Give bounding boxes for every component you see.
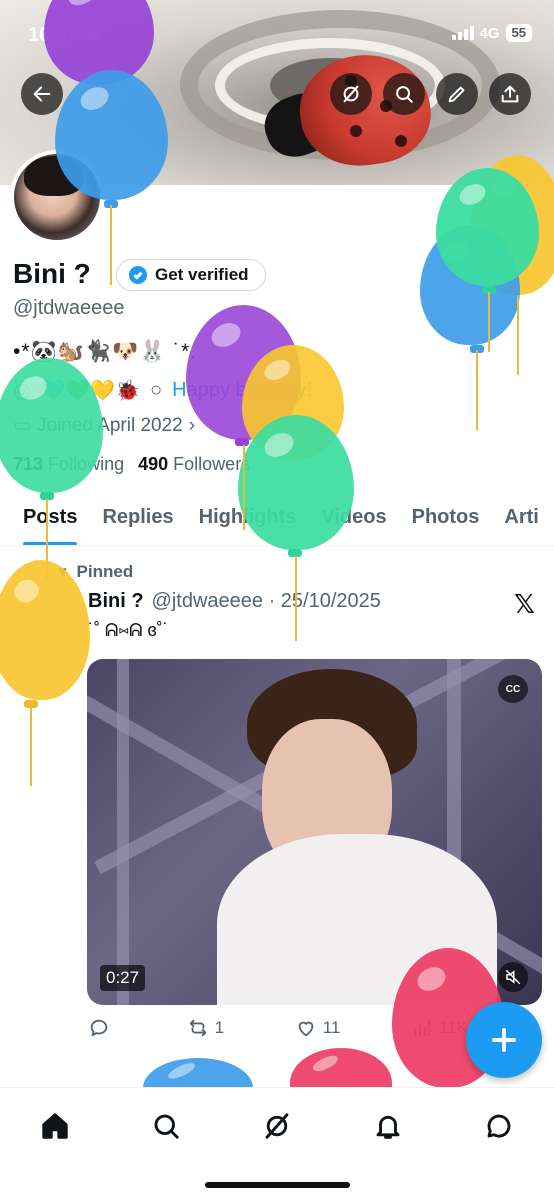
chat-icon	[487, 1114, 511, 1138]
pencil-icon	[448, 86, 465, 103]
network-label: 4G	[479, 24, 500, 42]
grok-icon	[343, 85, 359, 103]
bio-emoji: 🩵💚💛🐞	[40, 380, 141, 402]
status-indicators: 4G 55	[451, 24, 532, 42]
post-video[interactable]	[87, 659, 542, 1005]
birthday-link[interactable]: Happy birthday!	[172, 379, 312, 402]
tab-videos[interactable]: Videos	[321, 490, 386, 545]
joined-label: Joined April 2022	[36, 414, 183, 436]
bio-details: ◎ 🩵💚💛🐞 ○ Happy birthday!	[13, 378, 312, 403]
tab-highlights[interactable]: Highlights	[199, 490, 297, 545]
nav-notifications[interactable]	[368, 1106, 408, 1146]
avatar[interactable]	[10, 150, 104, 244]
status-time: 10:42 ★	[28, 24, 103, 46]
reply-button[interactable]	[88, 1017, 116, 1039]
grok-icon	[265, 1113, 289, 1139]
post-header[interactable]: Bini ? @jtdwaeeee · 25/10/2025	[88, 590, 381, 613]
grok-button[interactable]	[330, 73, 372, 115]
followers-link[interactable]: 490 Followers	[138, 454, 250, 475]
get-verified-button[interactable]: Get verified	[116, 259, 266, 291]
profile-handle: @jtdwaeeee	[13, 297, 125, 319]
post-text: ˙˚ ᕱ⑅ᕱ ɞ˚˙	[88, 620, 169, 640]
view-count: 11K	[439, 1018, 468, 1037]
mute-button[interactable]	[498, 962, 528, 992]
search-icon	[154, 1114, 179, 1139]
pin-icon: ▾	[58, 562, 67, 581]
verified-badge-icon	[129, 266, 147, 284]
arrow-left-icon	[33, 86, 51, 102]
nav-grok[interactable]	[257, 1106, 297, 1146]
joined-date: ▭ Joined April 2022 ›	[13, 414, 195, 437]
compose-button[interactable]	[466, 1002, 542, 1078]
signal-icon	[451, 26, 474, 40]
post-actions: 1 11 11K	[88, 1017, 468, 1039]
share-button[interactable]	[489, 73, 531, 115]
post-author[interactable]: Bini ?	[88, 590, 144, 613]
repost-icon	[189, 1019, 206, 1037]
pinned-indicator: ▾ Pinned	[58, 562, 133, 582]
following-link[interactable]: 713 Following	[13, 454, 124, 475]
back-button[interactable]	[21, 73, 63, 115]
search-icon	[396, 86, 413, 103]
tab-replies[interactable]: Replies	[102, 490, 173, 545]
views-button[interactable]: 11K	[411, 1017, 468, 1039]
nav-messages[interactable]	[479, 1106, 519, 1146]
get-verified-label: Get verified	[155, 265, 249, 284]
search-button[interactable]	[383, 73, 425, 115]
home-indicator	[205, 1182, 350, 1188]
home-icon	[42, 1113, 69, 1139]
repost-count: 1	[214, 1018, 225, 1037]
nav-search[interactable]	[146, 1106, 186, 1146]
profile-tabs: Posts Replies Highlights Videos Photos A…	[0, 490, 554, 546]
video-duration: 0:27	[100, 965, 146, 991]
pinned-label: Pinned	[76, 562, 134, 581]
follow-stats: 713 Following 490 Followers	[13, 454, 250, 475]
nav-home[interactable]	[35, 1106, 75, 1146]
plus-icon	[492, 1028, 516, 1052]
tab-photos[interactable]: Photos	[412, 490, 480, 545]
calendar-icon: ▭	[13, 415, 31, 436]
display-name: Bini ?	[13, 258, 91, 289]
edit-button[interactable]	[436, 73, 478, 115]
location-icon: ◎	[13, 380, 31, 402]
tab-posts[interactable]: Posts	[23, 490, 78, 545]
balloon-icon: ○	[150, 379, 163, 401]
mute-icon	[505, 969, 521, 985]
post-meta: @jtdwaeeee · 25/10/2025	[151, 590, 381, 612]
views-icon	[414, 1019, 431, 1037]
bio-line: •*🐼🐿️🐈‍⬛🐶🐰 ˙*.	[13, 340, 198, 363]
like-button[interactable]: 11	[295, 1017, 341, 1039]
reply-icon	[90, 1019, 108, 1037]
bell-icon	[376, 1115, 400, 1139]
chevron-right-icon[interactable]: ›	[189, 415, 195, 437]
captions-button[interactable]: CC	[498, 675, 528, 703]
like-count: 11	[322, 1018, 341, 1037]
tab-articles[interactable]: Arti	[504, 490, 538, 545]
heart-icon	[298, 1021, 314, 1037]
battery-icon: 55	[505, 24, 532, 42]
x-logo-icon: 𝕏	[514, 590, 535, 620]
repost-button[interactable]: 1	[187, 1017, 224, 1039]
share-icon	[501, 85, 519, 103]
